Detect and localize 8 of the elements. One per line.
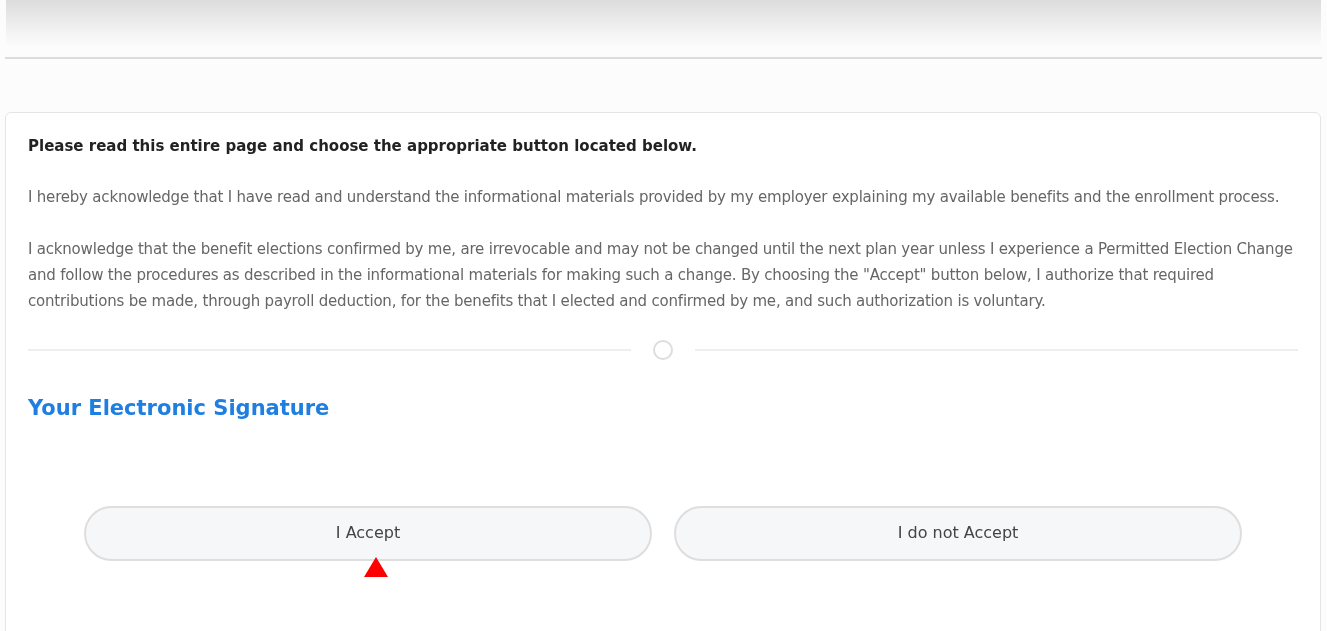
instruction-heading: Please read this entire page and choose the appropriate button located below. [28,136,698,157]
section-title: Your Electronic Signature [28,395,331,421]
circle-icon [653,339,673,360]
pointer-arrow-icon [364,556,388,577]
accept-button[interactable]: I Accept [84,505,652,561]
acknowledgement-paragraph: I hereby acknowledge that I have read and understand the informational materials provided by my employer explaining my available benefits and the enrollment process. [28,186,1281,208]
decline-button[interactable]: I do not Accept [674,505,1242,561]
acknowledgement-paragraph: I acknowledge that the benefit elections confirmed by me, are irrevocable and may not be changed until the next plan year unless I experience a Permitted Election Change and follow the procedures as described in the informational materials for making such a change. By choosing the "Accept" button below, I authorize that required contributions be made, through payroll deduction, for the benefits that I elected and confirmed by me, and such authorization is voluntary. [28,238,1294,312]
